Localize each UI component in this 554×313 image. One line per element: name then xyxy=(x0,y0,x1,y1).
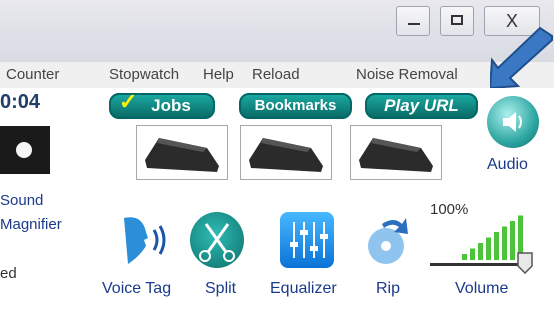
foot-pedal-2[interactable] xyxy=(240,125,332,180)
arrow-icon xyxy=(490,26,553,90)
sound-magnifier-label-line1: Sound xyxy=(0,192,44,209)
timer-display: 0:04 xyxy=(0,91,41,113)
split-label: Split xyxy=(205,280,237,297)
volume-bar xyxy=(470,248,475,260)
foot-pedal-icon xyxy=(145,138,219,172)
menu-item-stopwatch[interactable]: Stopwatch xyxy=(109,66,179,83)
menu-item-reload[interactable]: Reload xyxy=(252,66,300,83)
jobs-label: Jobs xyxy=(151,96,191,115)
foot-pedal-icon xyxy=(249,138,323,172)
minimize-button[interactable] xyxy=(396,6,430,36)
play-url-button[interactable]: Play URL xyxy=(365,93,478,119)
bookmarks-button[interactable]: Bookmarks xyxy=(239,93,352,119)
scissors-icon xyxy=(199,223,235,262)
menu-bar: Counter Stopwatch Help Reload Noise Remo… xyxy=(0,62,554,88)
maximize-button[interactable] xyxy=(440,6,474,36)
equalizer-button[interactable] xyxy=(280,212,334,268)
record-button[interactable] xyxy=(0,126,50,174)
speaker-icon xyxy=(503,112,522,132)
volume-bar xyxy=(462,254,467,260)
jobs-button[interactable]: ✓ Jobs xyxy=(109,89,215,119)
voice-tag-label: Voice Tag xyxy=(102,280,172,297)
foot-pedal-1[interactable] xyxy=(136,125,228,180)
volume-bar xyxy=(478,243,483,260)
minimize-icon xyxy=(408,23,420,25)
volume-bar xyxy=(494,232,499,260)
sound-magnifier-label-line2: Magnifier xyxy=(0,216,62,233)
equalizer-icon xyxy=(290,222,328,258)
menu-item-help[interactable]: Help xyxy=(203,66,234,83)
title-bar: X xyxy=(0,0,554,63)
menu-item-counter[interactable]: Counter xyxy=(6,66,59,83)
maximize-icon xyxy=(451,15,463,25)
volume-slider-track[interactable] xyxy=(430,263,525,266)
foot-pedal-3[interactable] xyxy=(350,125,442,180)
foot-pedal-icon xyxy=(359,138,433,172)
audio-label: Audio xyxy=(487,156,528,173)
volume-bar xyxy=(486,237,491,260)
equalizer-label: Equalizer xyxy=(270,280,337,297)
main-panel: 0:04 ✓ Jobs Bookmarks Play URL Audio Sou… xyxy=(0,88,554,313)
rip-disc-icon[interactable] xyxy=(362,212,416,268)
rip-label: Rip xyxy=(376,280,401,297)
checkmark-icon: ✓ xyxy=(119,89,138,114)
volume-label: Volume xyxy=(455,280,509,297)
audio-button[interactable] xyxy=(487,96,539,148)
voice-tag-icon[interactable] xyxy=(118,212,172,268)
split-button[interactable] xyxy=(190,212,244,268)
left-truncated-label: ed xyxy=(0,265,17,282)
volume-slider-thumb[interactable] xyxy=(517,252,533,274)
volume-bar xyxy=(502,226,507,260)
record-icon xyxy=(16,142,32,158)
menu-item-noise-removal[interactable]: Noise Removal xyxy=(356,66,458,83)
volume-bar xyxy=(510,221,515,260)
